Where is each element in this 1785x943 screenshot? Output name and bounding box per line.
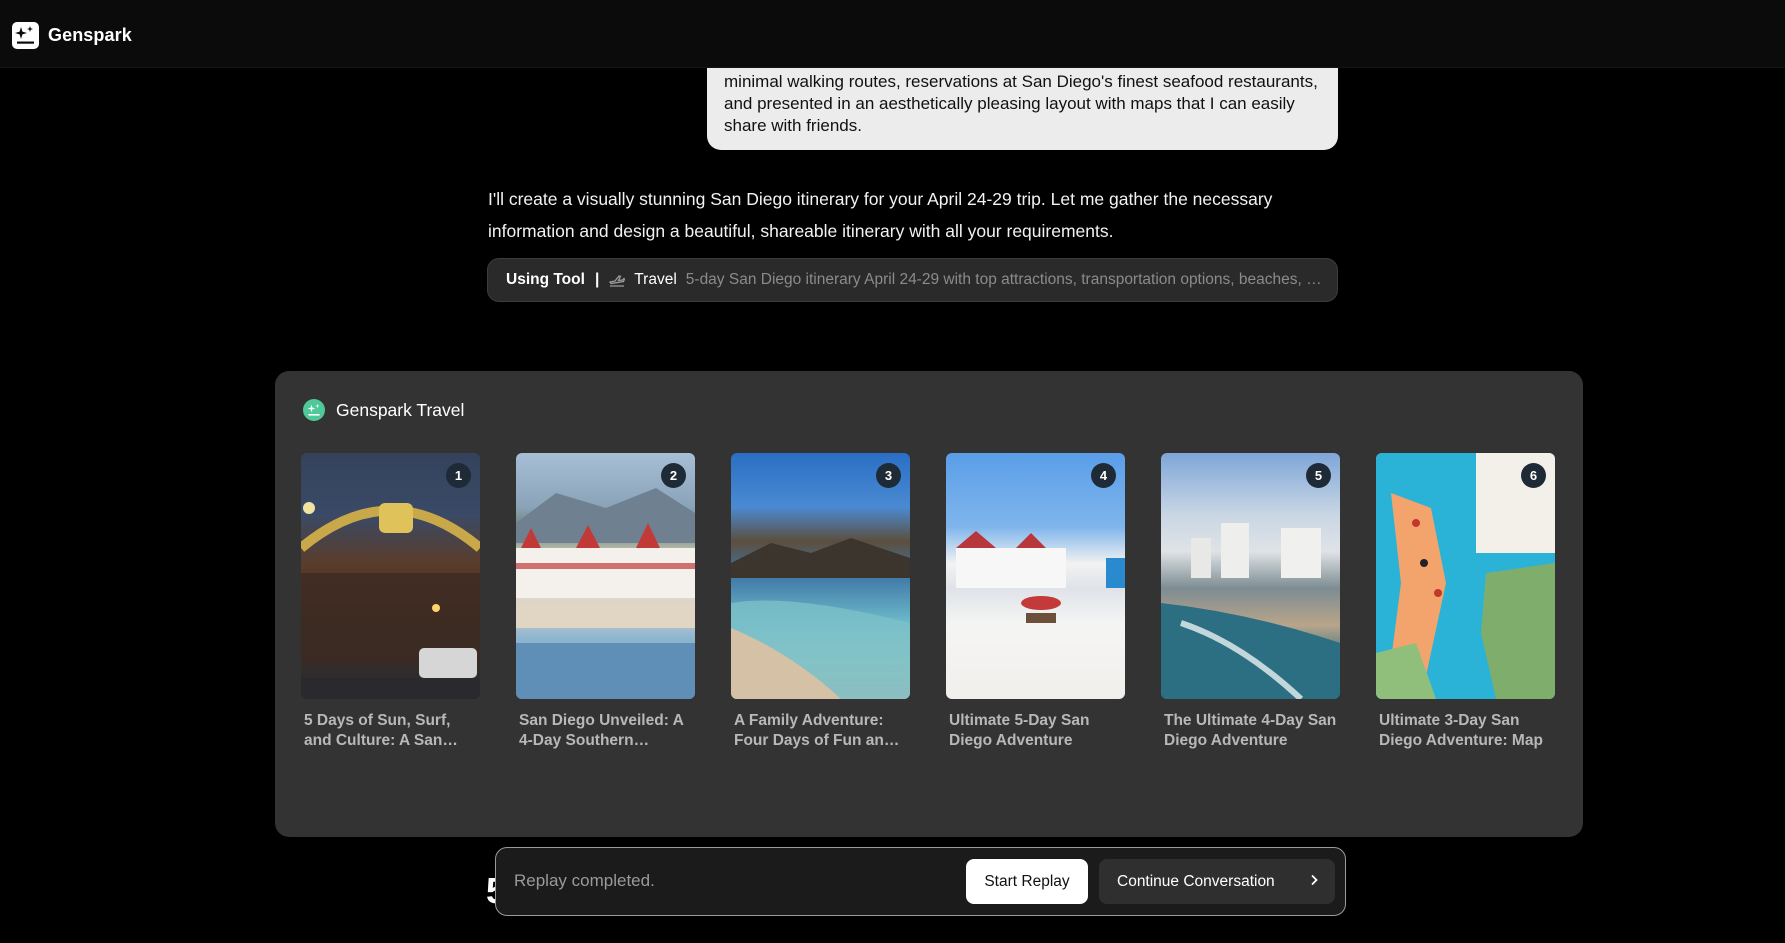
continue-conversation-button[interactable]: Continue Conversation: [1099, 859, 1335, 904]
card-image: 6: [1376, 453, 1555, 699]
panel-header: Genspark Travel: [303, 399, 464, 421]
itinerary-card[interactable]: 2 San Diego Unveiled: A 4-Day Southern C…: [516, 453, 695, 751]
itinerary-card[interactable]: 6 Ultimate 3-Day San Diego Adventure: Ma…: [1376, 453, 1555, 751]
travel-icon: [609, 273, 626, 287]
card-title: The Ultimate 4-Day San Diego Adventure: [1164, 712, 1337, 749]
replay-status: Replay completed.: [514, 871, 655, 890]
tool-call-pill[interactable]: Using Tool | Travel 5-day San Diego itin…: [487, 258, 1338, 302]
card-image: 2: [516, 453, 695, 699]
beach-aerial-illustration: [1161, 523, 1340, 699]
tool-query: 5-day San Diego itinerary April 24-29 wi…: [685, 271, 1325, 288]
user-message-text: minimal walking routes, reservations at …: [724, 72, 1318, 135]
itinerary-card[interactable]: 4 Ultimate 5-Day San Diego Adventure: [946, 453, 1125, 751]
card-image: 4: [946, 453, 1125, 699]
app-name: Genspark: [48, 25, 132, 45]
itinerary-card[interactable]: 3 A Family Adventure: Four Days of Fun a…: [731, 453, 910, 751]
card-image: 3: [731, 453, 910, 699]
top-bar: Genspark: [0, 0, 1785, 68]
card-title: San Diego Unveiled: A 4-Day Southern Cal…: [519, 712, 684, 749]
replay-bar: Replay completed. Start Replay Continue …: [495, 847, 1346, 916]
card-index-badge: 1: [446, 463, 471, 488]
card-title: A Family Adventure: Four Days of Fun and…: [734, 712, 894, 749]
card-index-badge: 5: [1306, 463, 1331, 488]
chevron-right-icon: [1309, 873, 1319, 891]
card-image: 5: [1161, 453, 1340, 699]
card-index-badge: 4: [1091, 463, 1116, 488]
user-message: minimal walking routes, reservations at …: [707, 68, 1338, 150]
card-index-badge: 2: [661, 463, 686, 488]
continue-conversation-label: Continue Conversation: [1117, 872, 1275, 890]
card-index-badge: 3: [876, 463, 901, 488]
start-replay-button[interactable]: Start Replay: [966, 859, 1088, 904]
coronado-beach-illustration: [956, 531, 1125, 623]
card-title: Ultimate 3-Day San Diego Adventure: Map: [1379, 712, 1543, 749]
genspark-travel-icon: [303, 399, 325, 421]
tool-name: Travel: [634, 271, 677, 288]
card-title: Ultimate 5-Day San Diego Adventure: [949, 712, 1090, 749]
gaslamp-arch-illustration: [301, 502, 480, 699]
card-index-badge: 6: [1521, 463, 1546, 488]
card-title: 5 Days of Sun, Surf, and Culture: A San …: [304, 712, 451, 749]
travel-results-panel: Genspark Travel 1 5 Days of Sun, Surf, a…: [275, 371, 1583, 837]
itinerary-card[interactable]: 5 The Ultimate 4-Day San Diego Adventure: [1161, 453, 1340, 751]
tool-separator: |: [594, 271, 600, 288]
genspark-logo[interactable]: Genspark: [12, 22, 132, 49]
hotel-del-illustration: [516, 488, 695, 699]
genspark-logo-icon: [12, 22, 39, 49]
tool-status: Using Tool: [506, 271, 585, 288]
assistant-message: I'll create a visually stunning San Dieg…: [488, 189, 1273, 241]
itinerary-card-list: 1 5 Days of Sun, Surf, and Culture: A Sa…: [301, 453, 1555, 751]
mission-beach-map-illustration: [1376, 453, 1555, 699]
card-image: 1: [301, 453, 480, 699]
itinerary-card[interactable]: 1 5 Days of Sun, Surf, and Culture: A Sa…: [301, 453, 480, 751]
la-jolla-cove-illustration: [731, 538, 910, 699]
panel-title: Genspark Travel: [336, 399, 465, 420]
